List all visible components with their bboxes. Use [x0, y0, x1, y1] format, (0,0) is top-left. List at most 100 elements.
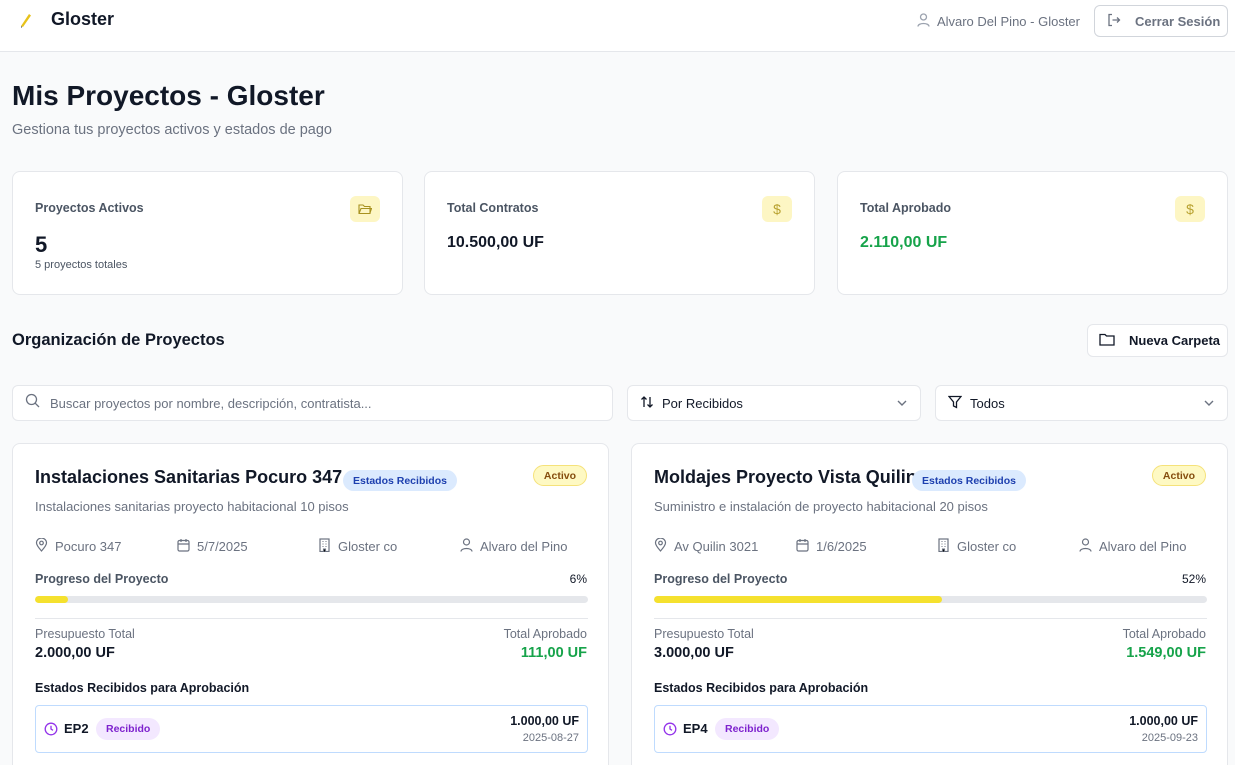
stat-label: Proyectos Activos	[35, 201, 144, 215]
payment-state-code: EP2	[64, 721, 89, 736]
payment-state-code: EP4	[683, 721, 708, 736]
stat-card-active-projects: Proyectos Activos 5 5 proyectos totales	[12, 171, 403, 295]
search-icon	[25, 393, 40, 413]
progress-value: 6%	[569, 572, 587, 586]
divider	[654, 618, 1207, 619]
map-pin-icon	[654, 537, 667, 555]
chevron-down-icon	[896, 397, 908, 412]
logo-icon	[18, 12, 34, 28]
company-text: Gloster co	[957, 539, 1017, 554]
received-states-badge: Estados Recibidos	[343, 470, 457, 491]
logout-button[interactable]: Cerrar Sesión	[1094, 5, 1228, 37]
location-text: Pocuro 347	[55, 539, 122, 554]
project-company: Gloster co	[937, 538, 1016, 555]
progress-bar	[35, 596, 588, 603]
person-text: Alvaro del Pino	[1099, 539, 1187, 554]
approved-label: Total Aprobado	[1122, 627, 1206, 641]
budget-label: Presupuesto Total	[654, 627, 754, 641]
app-name[interactable]: Gloster	[51, 9, 114, 30]
user-icon	[917, 12, 930, 30]
payment-state-amount: 1.000,00 UF	[510, 714, 579, 728]
stat-value: 10.500,00 UF	[447, 234, 544, 251]
clock-icon	[44, 722, 58, 741]
received-states-title: Estados Recibidos para Aprobación	[654, 681, 869, 695]
payment-state-amount: 1.000,00 UF	[1129, 714, 1198, 728]
progress-label: Progreso del Proyecto	[35, 572, 169, 586]
stat-label: Total Contratos	[447, 201, 539, 215]
payment-state-date: 2025-09-23	[1141, 732, 1198, 744]
budget-label: Presupuesto Total	[35, 627, 135, 641]
received-badge: Recibido	[715, 718, 780, 740]
received-states-title: Estados Recibidos para Aprobación	[35, 681, 250, 695]
search-input[interactable]	[50, 395, 590, 411]
project-card[interactable]: Instalaciones Sanitarias Pocuro 347 Esta…	[12, 443, 609, 765]
stat-value: 5	[35, 232, 48, 257]
progress-value: 52%	[1181, 572, 1206, 586]
payment-state-item[interactable]: EP2 Recibido 1.000,00 UF 2025-08-27	[35, 705, 588, 753]
status-badge: Activo	[1151, 465, 1206, 486]
map-pin-icon	[35, 537, 48, 555]
company-text: Gloster co	[338, 539, 398, 554]
status-filter-select[interactable]: Todos	[935, 385, 1228, 421]
stat-subtext: 5 proyectos totales	[35, 259, 128, 271]
budget-value: 3.000,00 UF	[654, 645, 734, 661]
project-company: Gloster co	[318, 538, 397, 555]
project-description: Instalaciones sanitarias proyecto habita…	[35, 499, 349, 514]
status-badge: Activo	[532, 465, 587, 486]
filter-value: Todos	[970, 395, 1005, 411]
approved-label: Total Aprobado	[503, 627, 587, 641]
section-title: Organización de Proyectos	[12, 331, 225, 349]
logout-label: Cerrar Sesión	[1135, 13, 1221, 29]
stat-card-total-contracts: Total Contratos $ 10.500,00 UF	[424, 171, 815, 295]
payment-state-date: 2025-08-27	[522, 732, 579, 744]
sort-value: Por Recibidos	[662, 395, 743, 411]
new-folder-button[interactable]: Nueva Carpeta	[1087, 324, 1228, 357]
page-title: Mis Proyectos - Gloster	[12, 80, 325, 111]
calendar-icon	[177, 538, 190, 555]
budget-value: 2.000,00 UF	[35, 645, 115, 661]
progress-label: Progreso del Proyecto	[654, 572, 788, 586]
project-person: Alvaro del Pino	[460, 538, 567, 555]
project-location: Pocuro 347	[35, 537, 122, 555]
payment-state-item[interactable]: EP4 Recibido 1.000,00 UF 2025-09-23	[654, 705, 1207, 753]
project-date: 5/7/2025	[177, 538, 248, 555]
calendar-icon	[796, 538, 809, 555]
top-bar: Gloster Alvaro Del Pino - Gloster Cerrar…	[0, 0, 1235, 52]
date-text: 5/7/2025	[197, 539, 248, 554]
received-badge: Recibido	[96, 718, 161, 740]
logout-icon	[1107, 13, 1121, 30]
user-menu[interactable]: Alvaro Del Pino - Gloster	[917, 12, 1080, 30]
divider	[35, 618, 588, 619]
approved-value: 111,00 UF	[520, 645, 587, 661]
folder-icon	[1099, 333, 1115, 349]
sort-select[interactable]: Por Recibidos	[627, 385, 921, 421]
building-icon	[318, 538, 331, 555]
user-name: Alvaro Del Pino - Gloster	[936, 13, 1080, 29]
stat-value: 2.110,00 UF	[860, 234, 948, 251]
sort-icon	[640, 395, 654, 412]
project-description: Suministro e instalación de proyecto hab…	[654, 499, 988, 514]
project-person: Alvaro del Pino	[1079, 538, 1186, 555]
progress-bar	[654, 596, 1207, 603]
user-icon	[460, 538, 473, 555]
folder-open-icon	[350, 196, 380, 222]
progress-fill	[35, 596, 69, 603]
stat-label: Total Aprobado	[860, 201, 951, 215]
approved-value: 1.549,00 UF	[1126, 645, 1206, 661]
stat-card-total-approved: Total Aprobado $ 2.110,00 UF	[837, 171, 1228, 295]
person-text: Alvaro del Pino	[480, 539, 568, 554]
location-text: Av Quilin 3021	[674, 539, 759, 554]
project-card[interactable]: Moldajes Proyecto Vista Quilin Estados R…	[631, 443, 1228, 765]
chevron-down-icon	[1203, 397, 1215, 412]
new-folder-label: Nueva Carpeta	[1129, 333, 1221, 348]
progress-fill	[654, 596, 942, 603]
building-icon	[937, 538, 950, 555]
dollar-icon: $	[762, 196, 792, 222]
project-title[interactable]: Moldajes Proyecto Vista Quilin	[654, 467, 917, 488]
project-title[interactable]: Instalaciones Sanitarias Pocuro 347	[35, 467, 342, 488]
date-text: 1/6/2025	[816, 539, 867, 554]
received-states-badge: Estados Recibidos	[912, 470, 1026, 491]
user-icon	[1079, 538, 1092, 555]
project-date: 1/6/2025	[796, 538, 867, 555]
dollar-icon: $	[1175, 196, 1205, 222]
